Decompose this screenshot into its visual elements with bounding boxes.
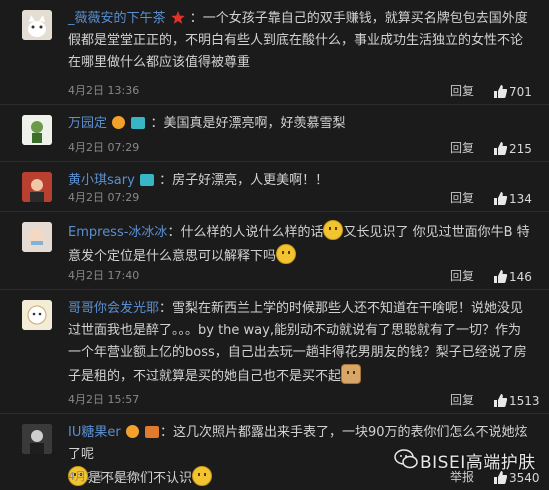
like-button[interactable]: 134	[493, 192, 532, 206]
smile-emoji-icon	[323, 220, 344, 240]
cartoon-avatar-icon	[22, 115, 52, 145]
timestamp: 4月2日 13:36	[68, 84, 140, 97]
like-count: 701	[509, 85, 532, 99]
doge-emoji-icon	[341, 364, 362, 384]
comment-body: _薇薇安的下午茶 ：一个女孩子靠自己的双手赚钱，就算买名牌包包去国外度假都是堂堂…	[68, 8, 531, 74]
star-icon	[170, 10, 185, 24]
photo-avatar-icon	[22, 222, 52, 252]
emoji-badge-icon	[125, 425, 139, 438]
comment-text: ：房子好漂亮，人更美啊！！	[159, 173, 329, 188]
comment-list: _薇薇安的下午茶 ：一个女孩子靠自己的双手赚钱，就算买名牌包包去国外度假都是堂堂…	[0, 0, 549, 490]
camera-icon	[139, 174, 154, 186]
smile-emoji-icon	[276, 244, 297, 264]
reply-button[interactable]: 回复	[450, 391, 474, 408]
comment-text: ：美国真是好漂亮啊，好羡慕雪梨	[150, 116, 346, 131]
reply-button[interactable]: 回复	[450, 139, 474, 156]
thumbs-up-icon	[494, 270, 508, 283]
username[interactable]: 黄小琪sary	[68, 173, 135, 188]
timestamp: 4月2日 07:29	[68, 141, 140, 154]
reply-button[interactable]: 回复	[450, 267, 474, 284]
avatar[interactable]	[22, 115, 52, 145]
avatar[interactable]	[22, 172, 52, 202]
comment-item: Empress-冰冰冰：什么样的人说什么样的话 又长见识了 你见过世面你牛B 特意…	[0, 212, 549, 290]
username[interactable]: Empress-冰冰冰	[68, 225, 167, 240]
username[interactable]: _薇薇安的下午茶	[68, 11, 166, 26]
timestamp: 4月2日 10:35	[68, 470, 140, 483]
photo-avatar-icon	[22, 172, 52, 202]
avatar[interactable]	[22, 300, 52, 330]
comment-body: Empress-冰冰冰：什么样的人说什么样的话 又长见识了 你见过世面你牛B 特意…	[68, 220, 531, 268]
avatar[interactable]	[22, 424, 52, 454]
comment-body: 哥哥你会发光耶：雪梨在新西兰上学的时候那些人还不知道在干啥呢！说她没见过世面我也…	[68, 298, 531, 388]
like-button[interactable]: 1513	[493, 394, 540, 408]
cartoon-avatar-icon	[22, 300, 52, 330]
like-count: 146	[509, 270, 532, 284]
like-button[interactable]: 701	[493, 85, 532, 99]
avatar[interactable]	[22, 222, 52, 252]
like-count: 215	[509, 142, 532, 156]
like-count: 134	[509, 192, 532, 206]
comment-item: 黄小琪sary ：房子好漂亮，人更美啊！！ 4月2日 07:29 回复 134	[0, 162, 549, 212]
comment-item: 万园定 ：美国真是好漂亮啊，好羡慕雪梨 4月2日 07:29 回复 215	[0, 105, 549, 162]
username[interactable]: IU糖果er	[68, 425, 121, 440]
emoji-badge-icon	[112, 116, 126, 129]
username[interactable]: 哥哥你会发光耶	[68, 301, 159, 316]
reply-button[interactable]: 回复	[450, 82, 474, 99]
timestamp: 4月2日 15:57	[68, 393, 140, 406]
timestamp: 4月2日 07:29	[68, 191, 140, 204]
watermark-text: BISEI高端护肤	[420, 453, 536, 473]
thumbs-up-icon	[494, 85, 508, 98]
heart-badge-icon	[144, 426, 159, 438]
like-button[interactable]: 146	[493, 270, 532, 284]
photo-avatar-icon	[22, 424, 52, 454]
like-button[interactable]: 215	[493, 142, 532, 156]
username[interactable]: 万园定	[68, 116, 107, 131]
like-count: 1513	[509, 394, 540, 408]
avatar[interactable]	[22, 10, 52, 40]
watermark: BISEI高端护肤	[394, 448, 549, 490]
cat-avatar-icon	[22, 10, 52, 40]
wechat-icon	[394, 449, 418, 469]
comment-text: ：什么样的人说什么样的话	[167, 225, 324, 240]
comment-body: 万园定 ：美国真是好漂亮啊，好羡慕雪梨	[68, 113, 531, 135]
laugh-cry-emoji-icon	[192, 466, 213, 486]
thumbs-up-icon	[494, 142, 508, 155]
comment-item: 哥哥你会发光耶：雪梨在新西兰上学的时候那些人还不知道在干啥呢！说她没见过世面我也…	[0, 290, 549, 414]
thumbs-up-icon	[494, 192, 508, 205]
reply-button[interactable]: 回复	[450, 189, 474, 206]
comment-item: _薇薇安的下午茶 ：一个女孩子靠自己的双手赚钱，就算买名牌包包去国外度假都是堂堂…	[0, 0, 549, 105]
timestamp: 4月2日 17:40	[68, 269, 140, 282]
thumbs-up-icon	[494, 394, 508, 407]
camera-icon	[131, 117, 146, 129]
